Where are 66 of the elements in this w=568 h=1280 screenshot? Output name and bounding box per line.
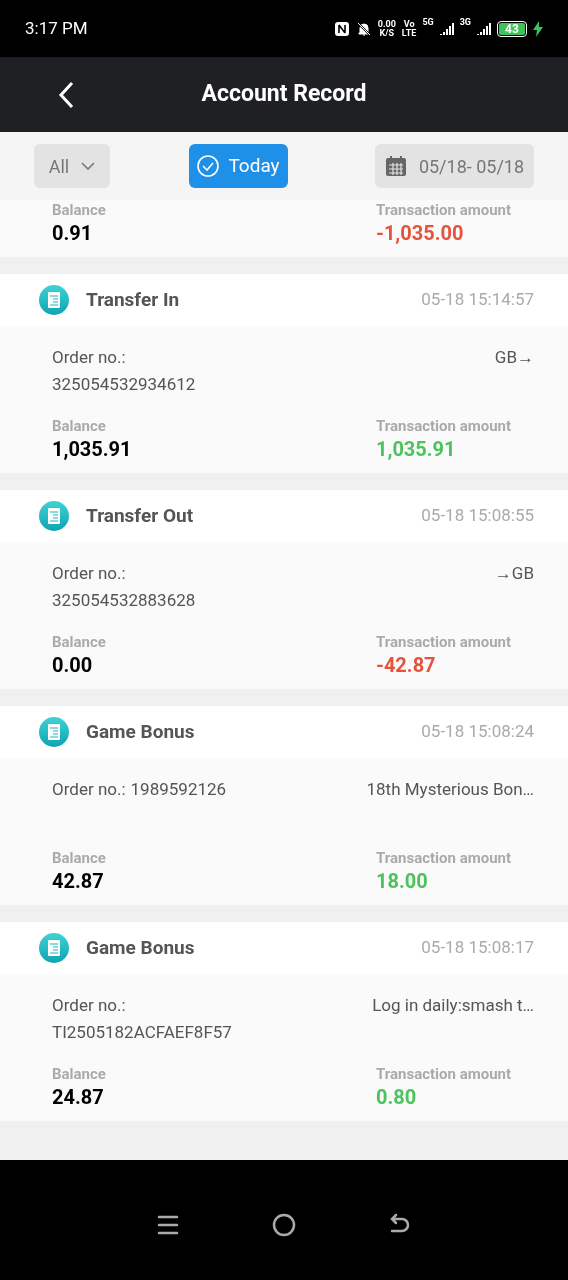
check-circle-icon (197, 155, 220, 177)
muted-bell-icon (355, 20, 372, 37)
battery-indicator: 43 (497, 20, 527, 37)
record-title: Transfer In (86, 286, 180, 313)
signal-icon (477, 21, 491, 36)
signal-icon (439, 21, 454, 36)
record-note: Log in daily:smash t… (372, 994, 534, 1017)
page-title: Account Record (201, 79, 367, 110)
balance-label: Balance (52, 633, 106, 651)
transaction-amount: 0.80 (376, 1084, 418, 1111)
record-note: GB→ (494, 346, 534, 369)
network-type: 5G (422, 15, 434, 29)
receipt-icon (38, 716, 70, 748)
record-time: 05-18 15:08:17 (421, 936, 534, 960)
amount-label: Transaction amount (376, 201, 513, 219)
today-filter[interactable]: Today (189, 144, 288, 188)
record-time: 05-18 15:08:24 (421, 720, 534, 744)
volte-label: Vo (403, 19, 415, 29)
order-number: TI2505182ACFAEF8F57 (52, 1021, 232, 1044)
order-label: Order no.: (52, 994, 127, 1017)
speed-unit: K/S (379, 28, 395, 38)
receipt-icon (38, 500, 70, 532)
amount-label: Transaction amount (376, 417, 513, 435)
nfc-icon (333, 20, 350, 37)
order-label: Order no.: (52, 778, 126, 801)
network-type: 3G (459, 15, 471, 29)
order-number: 325054532934612 (52, 373, 196, 396)
record-title: Game Bonus (86, 934, 195, 961)
record-time: 05-18 15:14:57 (421, 288, 534, 312)
transaction-amount: -1,035.00 (376, 220, 465, 247)
amount-label: Transaction amount (376, 1065, 513, 1083)
order-number: 325054532883628 (52, 589, 196, 612)
home-icon[interactable] (272, 1213, 296, 1237)
amount-label: Transaction amount (376, 849, 513, 867)
date-range-picker[interactable]: 05/18- 05/18 (375, 144, 534, 188)
status-time: 3:17 PM (25, 16, 88, 40)
order-label: Order no.: (52, 562, 127, 585)
network-speed: 0.00 (377, 19, 396, 29)
balance-value: 1,035.91 (52, 436, 132, 463)
calendar-icon (384, 155, 407, 177)
balance-value: 0.00 (52, 652, 94, 679)
order-number: 1989592126 (130, 778, 227, 801)
transaction-amount: 1,035.91 (376, 436, 457, 463)
balance-label: Balance (52, 201, 106, 219)
balance-value: 0.91 (52, 220, 94, 247)
amount-label: Transaction amount (376, 633, 513, 651)
transaction-amount: -42.87 (376, 652, 437, 679)
record-note: 18th Mysterious Bon… (366, 778, 534, 801)
balance-label: Balance (52, 1065, 106, 1083)
balance-label: Balance (52, 417, 107, 435)
balance-label: Balance (52, 849, 106, 867)
type-dropdown[interactable]: All (34, 144, 110, 188)
back-chevron-icon (58, 80, 74, 109)
record-title: Game Bonus (86, 718, 195, 745)
chevron-down-icon (81, 162, 96, 170)
transaction-amount: 18.00 (376, 868, 429, 895)
record-note: →GB (494, 562, 534, 585)
record-time: 05-18 15:08:55 (421, 504, 534, 528)
balance-value: 24.87 (52, 1084, 105, 1111)
receipt-icon (38, 284, 70, 316)
order-label: Order no.: (52, 346, 127, 369)
volte-label: LTE (401, 28, 417, 38)
menu-icon[interactable] (156, 1214, 179, 1236)
receipt-icon (38, 932, 70, 964)
record-title: Transfer Out (86, 502, 194, 529)
balance-value: 42.87 (52, 868, 105, 895)
